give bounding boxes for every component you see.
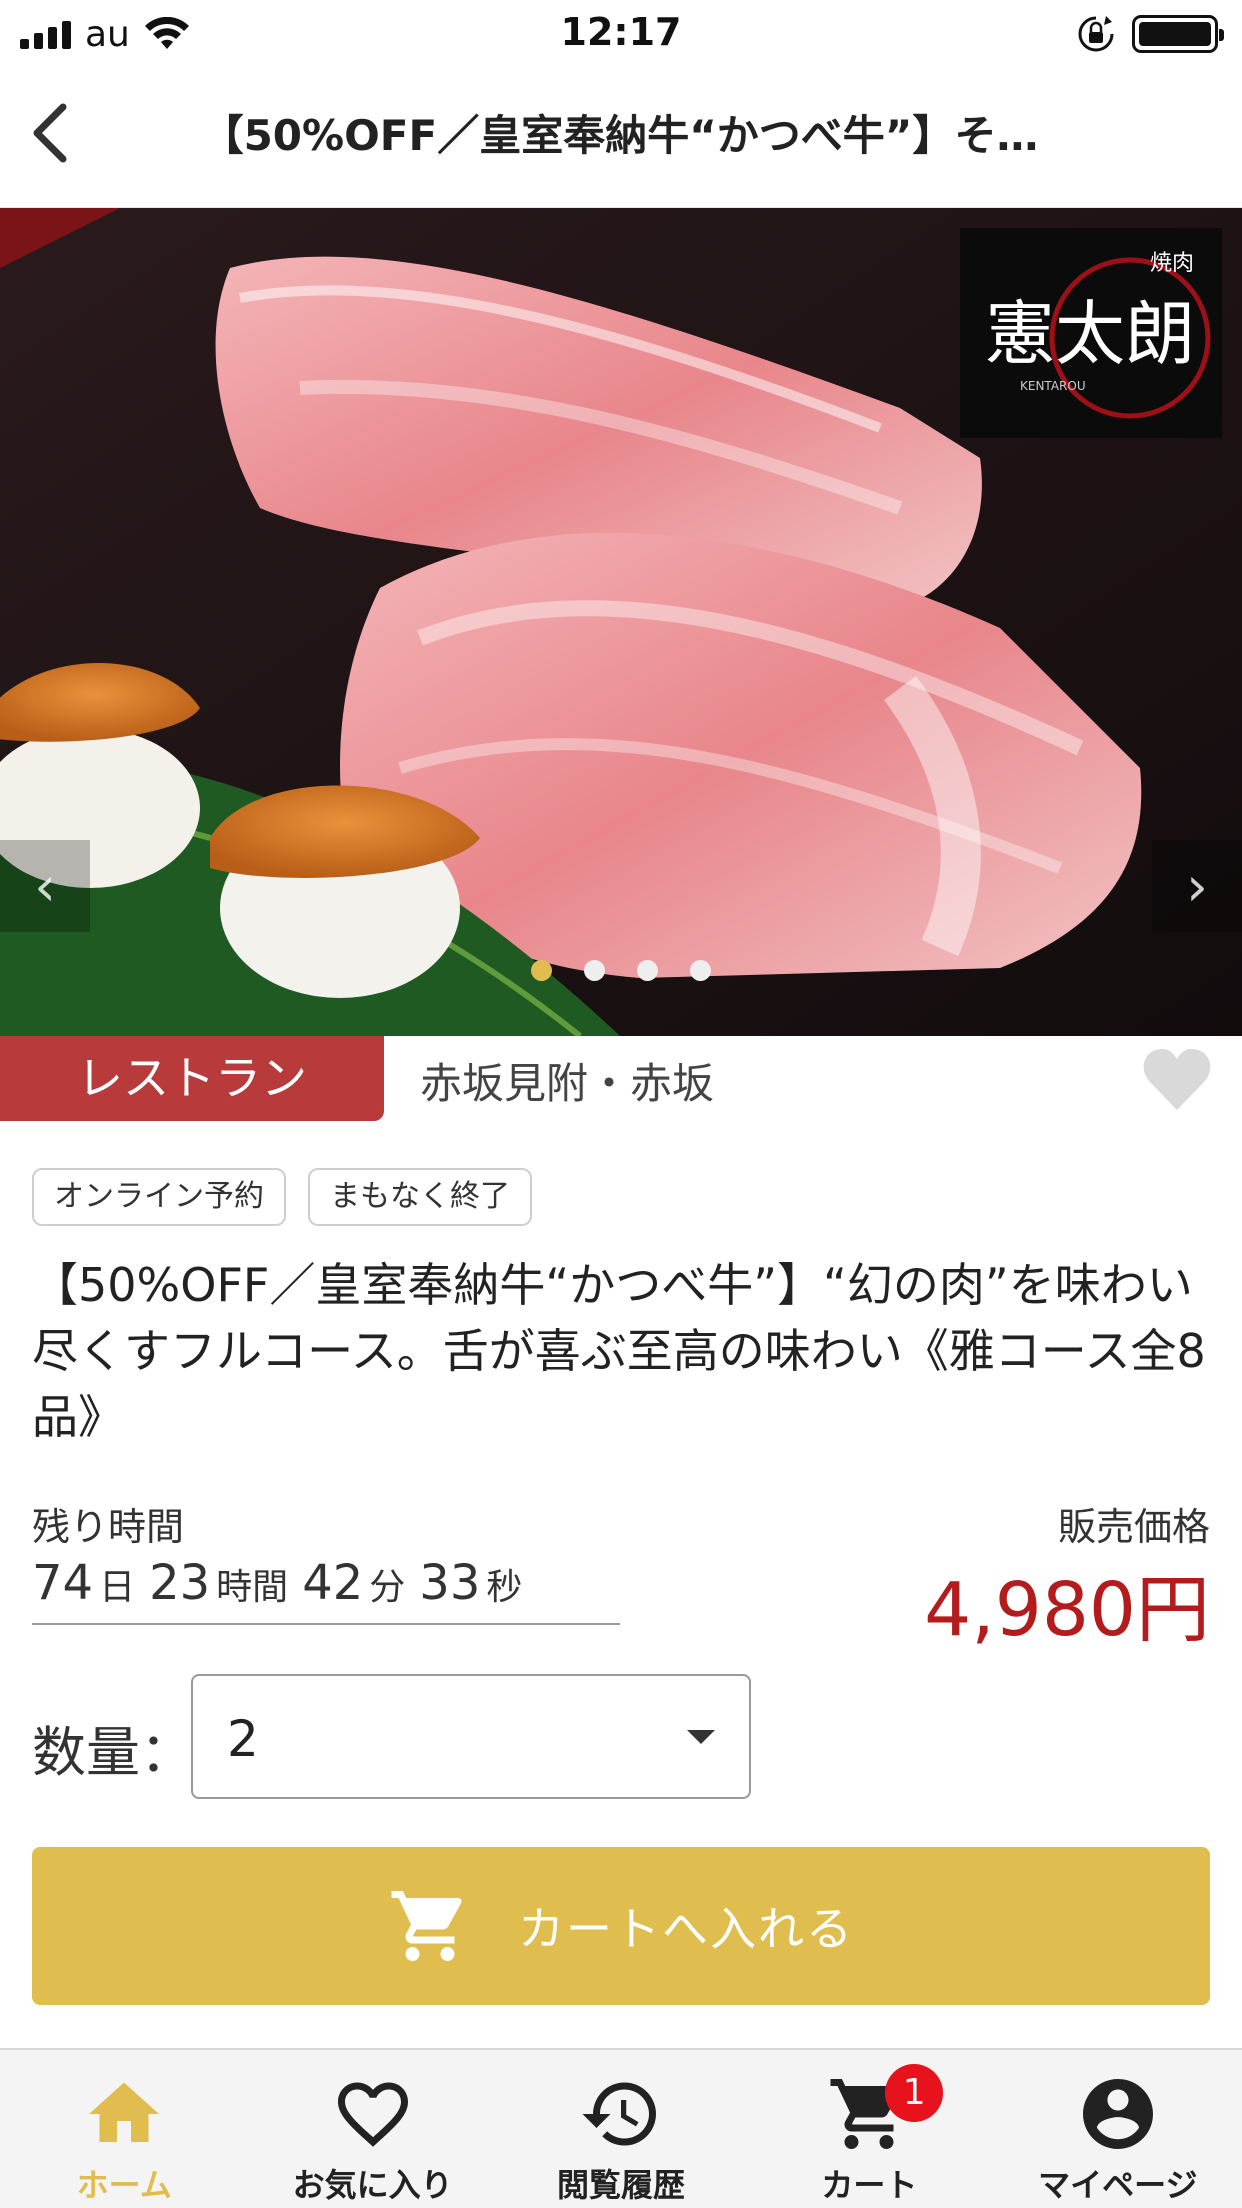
page-title: 【50%OFF／皇室奉納牛“かつべ牛”】そ… (201, 111, 1039, 160)
tab-mypage[interactable]: マイページ (994, 2050, 1242, 2208)
back-button[interactable] (14, 98, 84, 168)
favorite-heart-icon[interactable] (1142, 1046, 1212, 1112)
countdown-minutes: 42 (302, 1555, 364, 1611)
countdown: 74 日 23 時間 42 分 33 秒 (32, 1555, 620, 1625)
countdown-hours: 23 (149, 1555, 211, 1611)
nav-header: 【50%OFF／皇室奉納牛“かつべ牛”】そ… (0, 66, 1242, 208)
logo-sub: 焼肉 (1150, 251, 1194, 276)
tab-label: 閲覧履歴 (557, 2166, 686, 2204)
area-label: 赤坂見附・赤坂 (420, 1059, 715, 1108)
countdown-hours-unit: 時間 (216, 1567, 289, 1608)
tab-label: カート (821, 2166, 918, 2204)
tab-favorites[interactable]: お気に入り (248, 2050, 496, 2208)
history-icon (582, 2082, 657, 2146)
countdown-seconds: 33 (419, 1555, 481, 1611)
product-photo: 憲太朗 焼肉 KENTAROU (0, 208, 1242, 1036)
carousel-next-button[interactable]: › (1152, 840, 1242, 932)
badge-ending-soon: まもなく終了 (308, 1168, 532, 1226)
chevron-left-icon (33, 103, 67, 163)
carousel-dots (0, 960, 1242, 981)
carousel-dot[interactable] (531, 960, 552, 981)
tab-home[interactable]: ホーム (0, 2050, 248, 2208)
carousel-dot[interactable] (690, 960, 711, 981)
tab-label: マイページ (1038, 2166, 1198, 2204)
cart-count-badge: 1 (885, 2064, 944, 2122)
tab-label: ホーム (76, 2166, 172, 2204)
status-bar: au 12:17 (0, 0, 1242, 66)
caret-down-icon (687, 1730, 715, 1744)
add-to-cart-button[interactable]: カートへ入れる (32, 1847, 1210, 2005)
carousel-prev-button[interactable]: ‹ (0, 840, 90, 932)
badges: オンライン予約 まもなく終了 (32, 1168, 532, 1226)
logo-text: 憲太朗 (985, 293, 1195, 375)
countdown-seconds-unit: 秒 (486, 1567, 523, 1608)
status-time: 12:17 (560, 10, 682, 54)
tab-bar: ホーム お気に入り 閲覧履歴 1 カート マイページ (0, 2048, 1242, 2208)
cart-icon (391, 1891, 462, 1961)
price-label: 販売価格 (1057, 1505, 1210, 1549)
account-icon (1082, 2079, 1153, 2149)
image-carousel[interactable]: 憲太朗 焼肉 KENTAROU ‹ › (0, 208, 1242, 1036)
carousel-dot[interactable] (584, 960, 605, 981)
carousel-dot[interactable] (637, 960, 658, 981)
heart-icon (337, 2082, 408, 2147)
tab-history[interactable]: 閲覧履歴 (497, 2050, 745, 2208)
badge-online-reservation: オンライン予約 (32, 1168, 286, 1226)
tab-label: お気に入り (292, 2166, 453, 2204)
quantity-value: 2 (227, 1710, 259, 1768)
home-icon (89, 2082, 160, 2142)
status-right (1076, 14, 1224, 54)
battery-icon (1132, 15, 1224, 53)
product-title: 【50%OFF／皇室奉納牛“かつべ牛”】“幻の肉”を味わい尽くすフルコース。舌が… (32, 1258, 1206, 1444)
quantity-select[interactable]: 2 (191, 1674, 751, 1799)
quantity-label: 数量： (32, 1721, 194, 1784)
tab-cart[interactable]: 1 カート (745, 2050, 993, 2208)
remaining-time-label: 残り時間 (32, 1505, 185, 1549)
logo-roman: KENTAROU (1020, 379, 1086, 393)
rotation-lock-icon (1078, 16, 1114, 52)
add-to-cart-label: カートへ入れる (518, 1902, 854, 1956)
countdown-minutes-unit: 分 (369, 1567, 406, 1608)
countdown-days-unit: 日 (99, 1567, 136, 1608)
countdown-days: 74 (32, 1555, 94, 1611)
price-value: 4,980円 (924, 1567, 1210, 1653)
category-tag: レストラン (0, 1036, 384, 1121)
